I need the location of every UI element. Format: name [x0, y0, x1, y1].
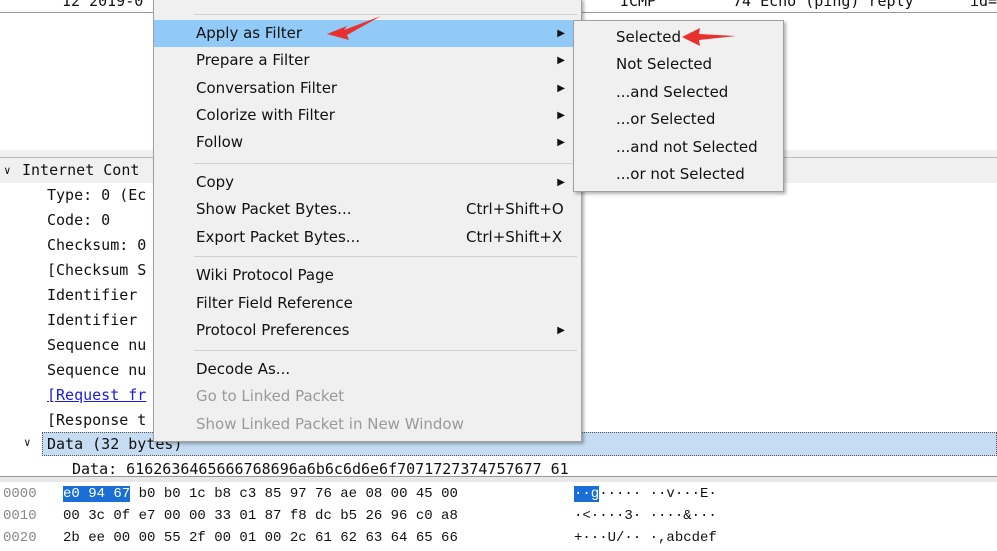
menu-item-conversation-filter[interactable]: Conversation Filter ▶	[154, 75, 581, 102]
tree-field[interactable]: Identifier	[47, 283, 137, 308]
ascii-text[interactable]: ····· ··v···E·	[599, 486, 717, 502]
submenu-item-and-selected[interactable]: ...and Selected	[574, 79, 783, 106]
hex-bytes[interactable]: 2b ee 00 00 55 2f 00 01 00 2c 61 62 63 6…	[63, 527, 458, 549]
tree-field[interactable]: Sequence nu	[47, 358, 146, 383]
tree-node-label: Internet Cont	[22, 161, 140, 179]
ascii-text[interactable]: ·<····3· ····&···	[574, 505, 717, 527]
menu-item-follow[interactable]: Follow ▶	[154, 129, 581, 156]
submenu-arrow-icon: ▶	[557, 28, 565, 39]
submenu-arrow-icon: ▶	[557, 177, 565, 188]
hex-row[interactable]: 0020 2b ee 00 00 55 2f 00 01 00 2c 61 62…	[0, 527, 997, 549]
submenu-arrow-icon: ▶	[557, 325, 565, 336]
menu-item-show-packet-bytes[interactable]: Show Packet Bytes... Ctrl+Shift+O	[154, 196, 581, 223]
annotation-arrow-icon	[327, 16, 381, 40]
bytes-pane[interactable]: 0000 e0 94 67 b0 b0 1c b8 c3 85 97 76 ae…	[0, 482, 997, 551]
hex-bytes[interactable]: b0 b0 1c b8 c3 85 97 76 ae 08 00 45 00	[130, 486, 458, 502]
submenu-arrow-icon: ▶	[557, 55, 565, 66]
chevron-down-icon[interactable]: ∨	[4, 158, 11, 183]
ascii-selected[interactable]: ··g	[574, 486, 600, 502]
menu-separator	[194, 350, 577, 351]
menu-item-go-to-linked: Go to Linked Packet	[196, 387, 345, 405]
submenu-item-and-not-selected[interactable]: ...and not Selected	[574, 134, 783, 161]
hex-offset: 0010	[3, 508, 37, 524]
hex-row[interactable]: 0000 e0 94 67 b0 b0 1c b8 c3 85 97 76 ae…	[0, 483, 997, 505]
annotation-arrow-icon	[682, 28, 736, 46]
request-frame-link[interactable]: [Request fr	[47, 383, 146, 408]
hex-row[interactable]: 0010 00 3c 0f e7 00 00 33 01 87 f8 dc b5…	[0, 505, 997, 527]
submenu-item-or-not-selected[interactable]: ...or not Selected	[574, 161, 783, 188]
menu-item-export-packet-bytes[interactable]: Export Packet Bytes... Ctrl+Shift+X	[154, 224, 581, 251]
menu-item-decode-as[interactable]: Decode As...	[154, 356, 581, 383]
tree-field[interactable]: [Checksum S	[47, 258, 146, 283]
ascii-text[interactable]: +···U/·· ·,abcdef	[574, 527, 717, 549]
tree-field[interactable]: [Response t	[47, 408, 146, 433]
tree-field[interactable]: Type: 0 (Ec	[47, 183, 146, 208]
submenu-item-selected[interactable]: Selected	[574, 24, 783, 51]
submenu-arrow-icon: ▶	[557, 137, 565, 148]
chevron-down-icon[interactable]: ∨	[24, 436, 31, 449]
packet-row-time[interactable]: 12 2019-0	[62, 0, 143, 10]
menu-item-protocol-preferences[interactable]: Protocol Preferences ▶	[154, 317, 581, 344]
submenu-item-not-selected[interactable]: Not Selected	[574, 51, 783, 78]
tree-field[interactable]: Identifier	[47, 308, 137, 333]
submenu-arrow-icon: ▶	[557, 83, 565, 94]
hex-bytes[interactable]: 00 3c 0f e7 00 00 33 01 87 f8 dc b5 26 9…	[63, 505, 458, 527]
tree-field[interactable]: Code: 0	[47, 208, 110, 233]
hex-offset: 0000	[3, 486, 37, 502]
tree-field[interactable]: Checksum: 0	[47, 233, 146, 258]
menu-item-colorize-filter[interactable]: Colorize with Filter ▶	[154, 102, 581, 129]
menu-item-wiki-protocol[interactable]: Wiki Protocol Page	[154, 262, 581, 289]
packet-row-info[interactable]: 74 Echo (ping) reply	[733, 0, 914, 10]
hex-selected-bytes[interactable]: e0 94 67	[63, 486, 131, 502]
menu-separator	[194, 163, 577, 164]
context-menu: Apply as Filter ▶ Prepare a Filter ▶ Conve…	[153, 0, 582, 442]
tree-field[interactable]: Sequence nu	[47, 333, 146, 358]
menu-item-show-linked-new-window: Show Linked Packet in New Window	[196, 415, 464, 433]
submenu-arrow-icon: ▶	[557, 110, 565, 121]
submenu-item-or-selected[interactable]: ...or Selected	[574, 106, 783, 133]
menu-separator	[194, 256, 577, 257]
packet-row-protocol[interactable]: ICMP	[620, 0, 656, 10]
apply-filter-submenu: Selected Not Selected ...and Selected ..…	[573, 20, 784, 192]
packet-row-extra[interactable]: id=	[970, 0, 997, 10]
menu-separator	[194, 14, 577, 15]
menu-item-prepare-filter[interactable]: Prepare a Filter ▶	[154, 47, 581, 74]
menu-item-filter-field-reference[interactable]: Filter Field Reference	[154, 290, 581, 317]
menu-item-copy[interactable]: Copy ▶	[154, 169, 581, 196]
hex-offset: 0020	[3, 530, 37, 546]
